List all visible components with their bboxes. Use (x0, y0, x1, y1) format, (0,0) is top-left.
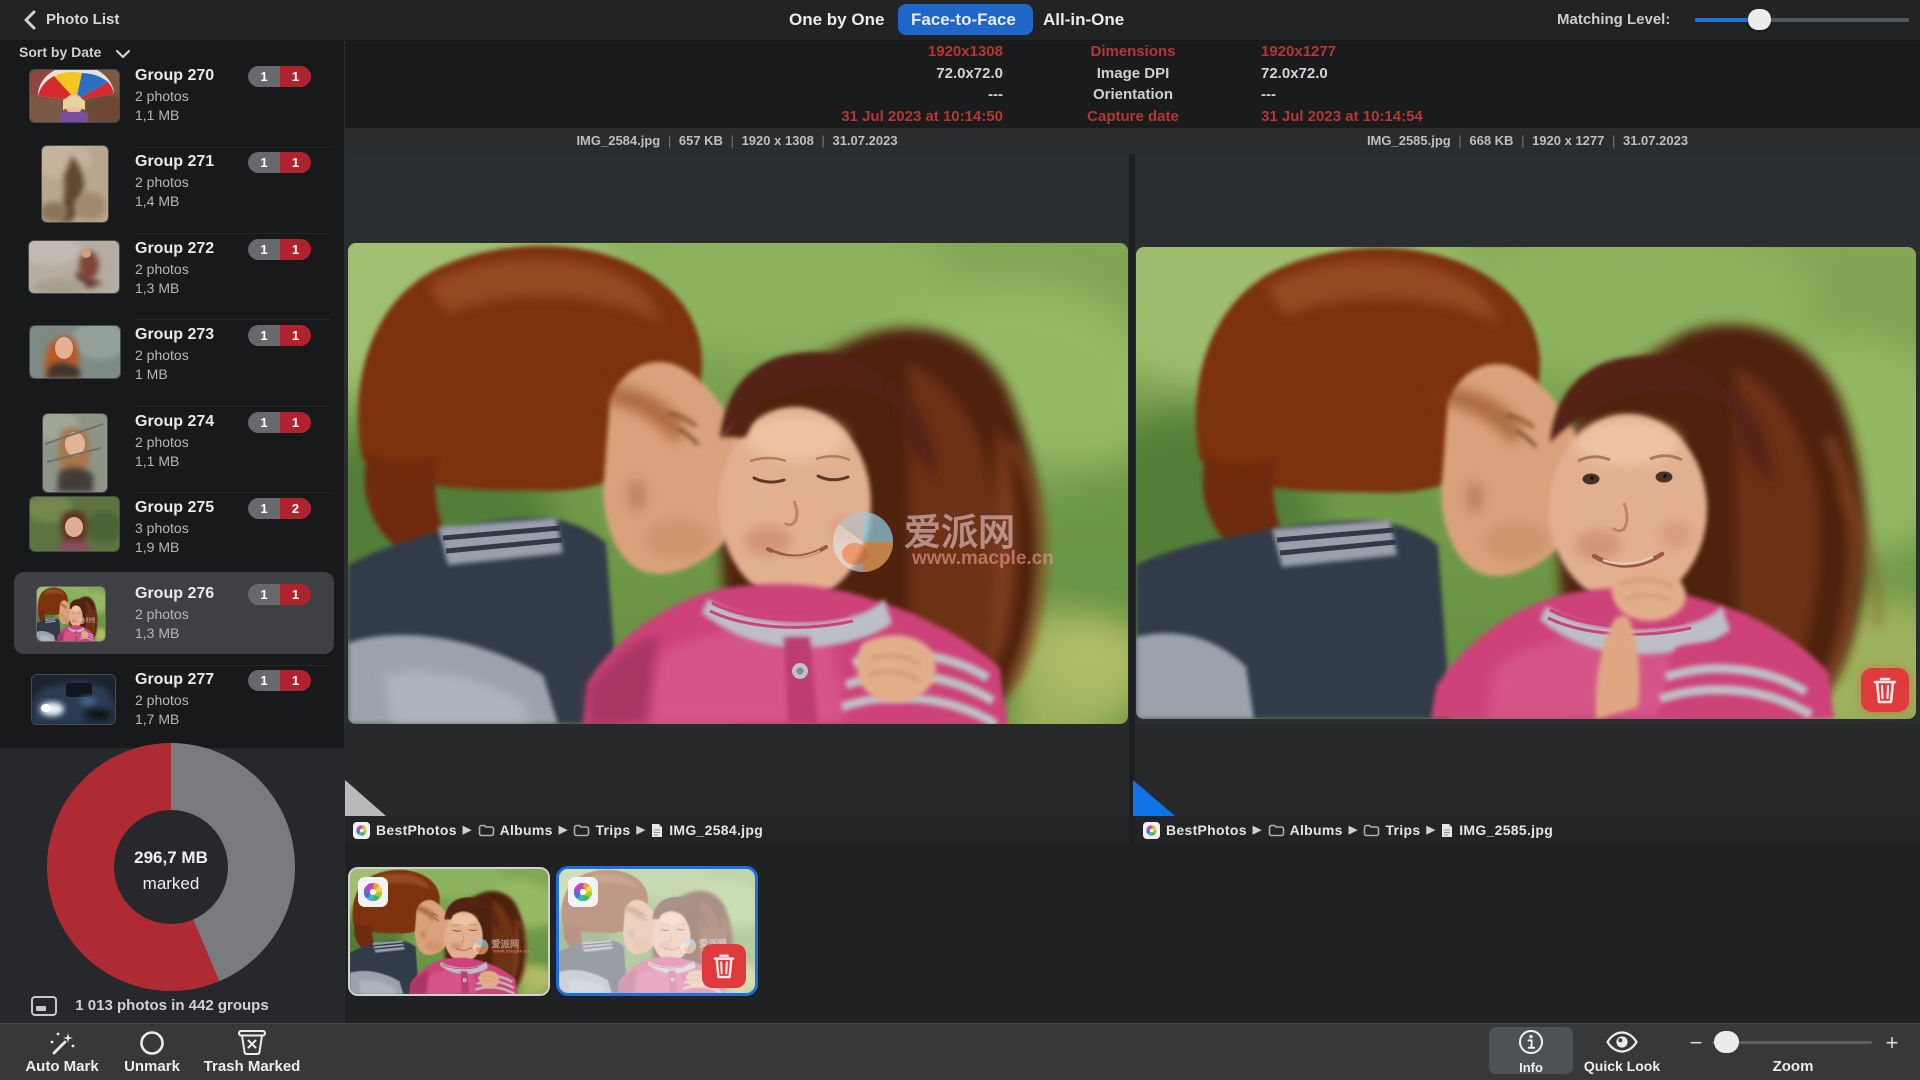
svg-text:www.macple.cn: www.macple.cn (911, 548, 1054, 569)
svg-text:爱派网: 爱派网 (904, 512, 1015, 553)
